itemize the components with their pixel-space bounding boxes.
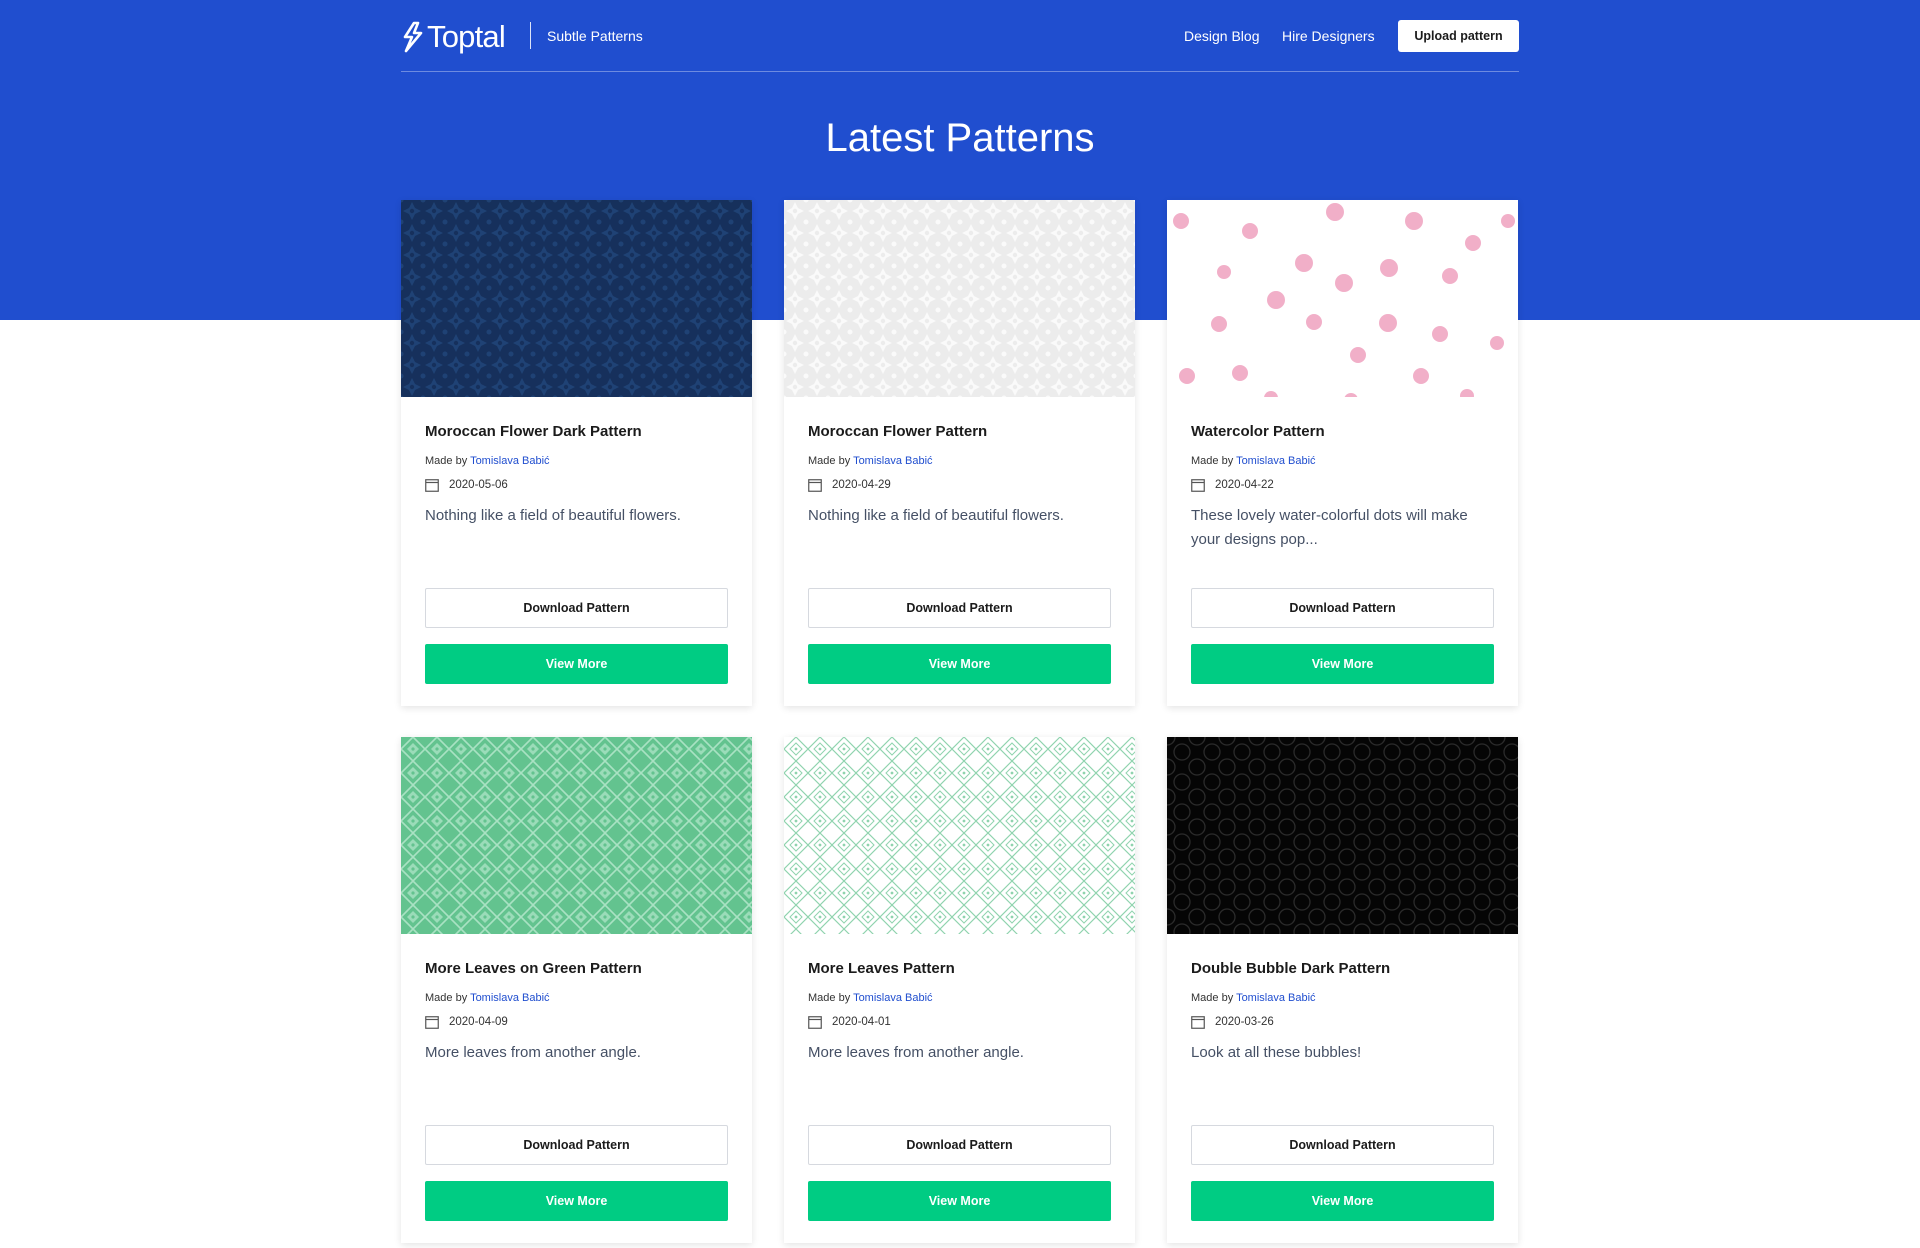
card-description: Look at all these bubbles!	[1191, 1044, 1362, 1061]
card-author: Made by Tomislava Babić	[1191, 991, 1316, 1005]
author-link[interactable]: Tomislava Babić	[470, 455, 549, 467]
card-author: Made by Tomislava Babić	[425, 991, 550, 1005]
logo-wordmark: Toptal	[427, 19, 506, 54]
author-link[interactable]: Tomislava Babić	[853, 455, 932, 467]
card-title[interactable]: More Leaves on Green Pattern	[425, 960, 642, 978]
view-more-button[interactable]: View More	[808, 1181, 1111, 1221]
card-date: 2020-04-01	[808, 1014, 891, 1030]
page-title: Latest Patterns	[825, 116, 1095, 160]
download-pattern-button[interactable]: Download Pattern	[425, 1125, 728, 1165]
pattern-thumbnail[interactable]	[401, 200, 752, 397]
toptal-logo-icon	[403, 21, 423, 53]
made-by-label: Made by	[1191, 455, 1234, 467]
date-text: 2020-04-29	[832, 479, 891, 491]
pattern-thumbnail[interactable]	[1167, 737, 1518, 934]
download-pattern-button[interactable]: Download Pattern	[425, 588, 728, 628]
calendar-icon	[425, 1016, 439, 1029]
card-author: Made by Tomislava Babić	[425, 454, 550, 468]
date-text: 2020-04-09	[449, 1016, 508, 1028]
download-pattern-button[interactable]: Download Pattern	[1191, 1125, 1494, 1165]
made-by-label: Made by	[808, 992, 851, 1004]
nav-link-hire-designers[interactable]: Hire Designers	[1282, 28, 1375, 44]
author-link[interactable]: Tomislava Babić	[470, 992, 549, 1004]
card-description: These lovely water-colorful dots will ma…	[1191, 507, 1468, 548]
card-title[interactable]: Moroccan Flower Dark Pattern	[425, 423, 642, 441]
made-by-label: Made by	[425, 992, 468, 1004]
date-text: 2020-05-06	[449, 479, 508, 491]
date-text: 2020-04-22	[1215, 479, 1274, 491]
view-more-button[interactable]: View More	[425, 1181, 728, 1221]
download-pattern-button[interactable]: Download Pattern	[808, 588, 1111, 628]
view-more-button[interactable]: View More	[808, 644, 1111, 684]
made-by-label: Made by	[1191, 992, 1234, 1004]
nav-link-design-blog[interactable]: Design Blog	[1184, 28, 1260, 44]
card-description: Nothing like a field of beautiful flower…	[808, 507, 1064, 524]
card-date: 2020-04-29	[808, 477, 891, 493]
card-title[interactable]: Double Bubble Dark Pattern	[1191, 960, 1390, 978]
pattern-thumbnail[interactable]	[784, 737, 1135, 934]
pattern-card: Double Bubble Dark Pattern Made by Tomis…	[1167, 737, 1518, 1243]
card-description: Nothing like a field of beautiful flower…	[425, 507, 681, 524]
calendar-icon	[1191, 479, 1205, 492]
card-date: 2020-04-09	[425, 1014, 508, 1030]
made-by-label: Made by	[808, 455, 851, 467]
top-navigation: Toptal Subtle Patterns Design Blog Hire …	[401, 0, 1519, 72]
card-author: Made by Tomislava Babić	[808, 454, 933, 468]
pattern-card: Watercolor Pattern Made by Tomislava Bab…	[1167, 200, 1518, 706]
calendar-icon	[1191, 1016, 1205, 1029]
pattern-thumbnail[interactable]	[1167, 200, 1518, 397]
calendar-icon	[425, 479, 439, 492]
made-by-label: Made by	[425, 455, 468, 467]
author-link[interactable]: Tomislava Babić	[853, 992, 932, 1004]
date-text: 2020-04-01	[832, 1016, 891, 1028]
author-link[interactable]: Tomislava Babić	[1236, 992, 1315, 1004]
logo-divider	[530, 22, 531, 49]
pattern-thumbnail[interactable]	[401, 737, 752, 934]
calendar-icon	[808, 479, 822, 492]
view-more-button[interactable]: View More	[425, 644, 728, 684]
download-pattern-button[interactable]: Download Pattern	[808, 1125, 1111, 1165]
card-description: More leaves from another angle.	[808, 1044, 1024, 1061]
card-author: Made by Tomislava Babić	[1191, 454, 1316, 468]
card-date: 2020-05-06	[425, 477, 508, 493]
card-description: More leaves from another angle.	[425, 1044, 641, 1061]
product-name-link[interactable]: Subtle Patterns	[547, 28, 643, 44]
upload-pattern-button[interactable]: Upload pattern	[1398, 20, 1519, 52]
view-more-button[interactable]: View More	[1191, 644, 1494, 684]
pattern-card: Moroccan Flower Pattern Made by Tomislav…	[784, 200, 1135, 706]
download-pattern-button[interactable]: Download Pattern	[1191, 588, 1494, 628]
card-date: 2020-03-26	[1191, 1014, 1274, 1030]
card-title[interactable]: More Leaves Pattern	[808, 960, 955, 978]
pattern-card: More Leaves Pattern Made by Tomislava Ba…	[784, 737, 1135, 1243]
date-text: 2020-03-26	[1215, 1016, 1274, 1028]
view-more-button[interactable]: View More	[1191, 1181, 1494, 1221]
toptal-logo[interactable]: Toptal	[401, 19, 506, 55]
card-title[interactable]: Watercolor Pattern	[1191, 423, 1325, 441]
card-title[interactable]: Moroccan Flower Pattern	[808, 423, 987, 441]
author-link[interactable]: Tomislava Babić	[1236, 455, 1315, 467]
pattern-thumbnail[interactable]	[784, 200, 1135, 397]
card-author: Made by Tomislava Babić	[808, 991, 933, 1005]
pattern-card: More Leaves on Green Pattern Made by Tom…	[401, 737, 752, 1243]
pattern-card: Moroccan Flower Dark Pattern Made by Tom…	[401, 200, 752, 706]
calendar-icon	[808, 1016, 822, 1029]
card-date: 2020-04-22	[1191, 477, 1274, 493]
